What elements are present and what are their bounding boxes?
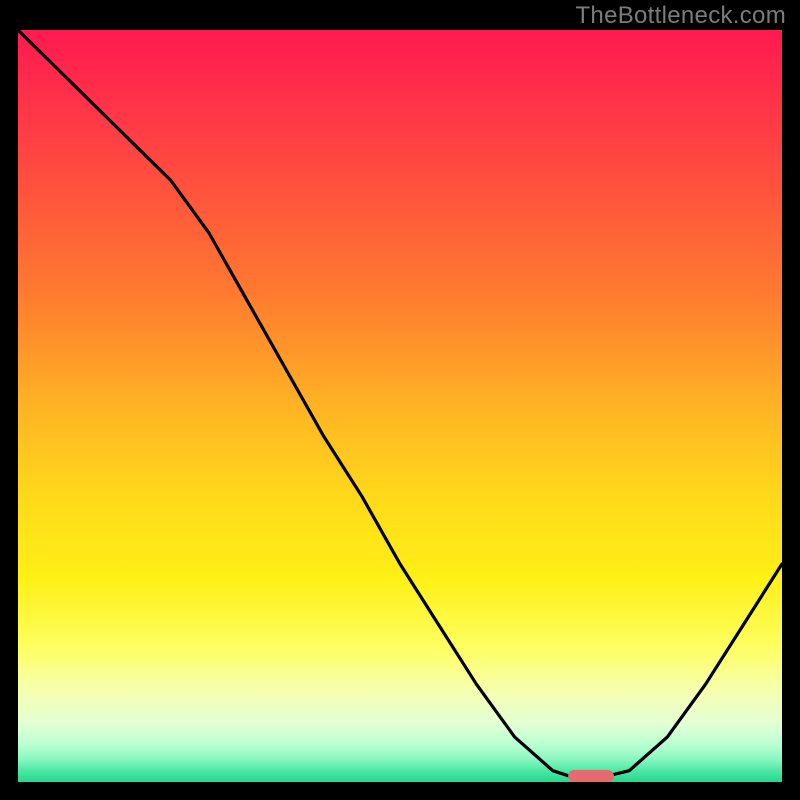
chart-frame: TheBottleneck.com — [0, 0, 800, 800]
watermark-text: TheBottleneck.com — [575, 2, 786, 30]
optimal-range-marker — [568, 770, 614, 782]
bottleneck-curve-chart — [18, 30, 782, 782]
